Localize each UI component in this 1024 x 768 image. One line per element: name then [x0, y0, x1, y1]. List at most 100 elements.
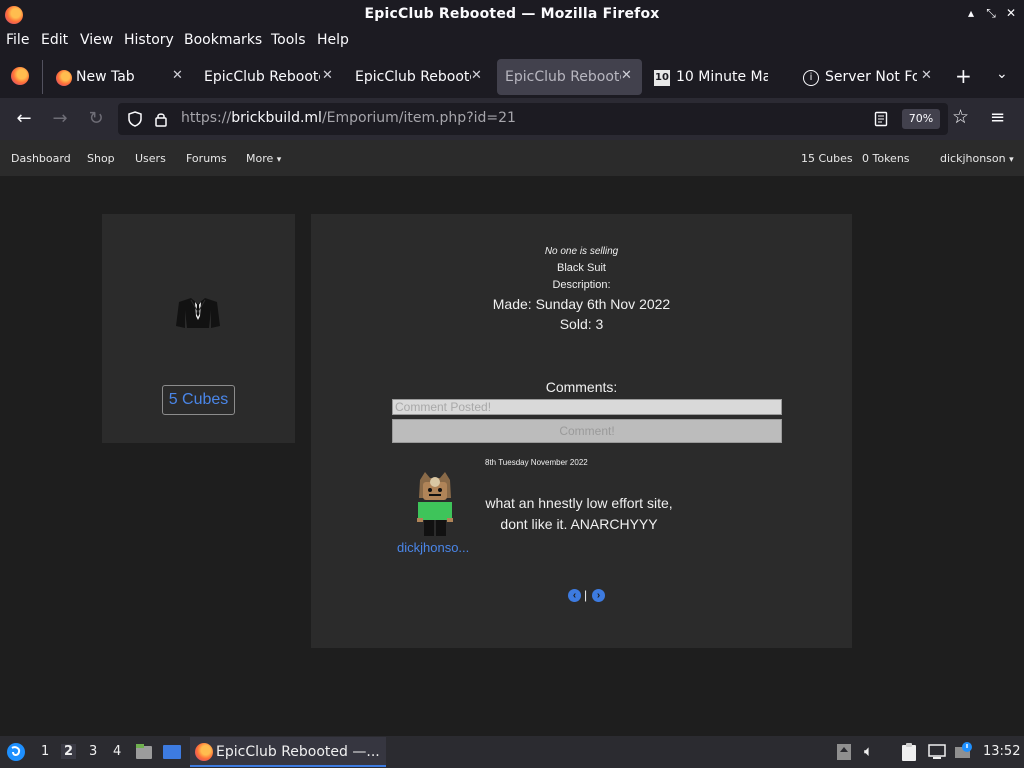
close-tab-icon[interactable]: ✕	[621, 68, 632, 83]
workspace-1[interactable]: 1	[41, 744, 49, 759]
close-window-button[interactable]: ✕	[1002, 6, 1020, 20]
menu-bar: File Edit View History Bookmarks Tools H…	[0, 30, 1024, 52]
workspace-3[interactable]: 3	[89, 744, 97, 759]
title-bar: EpicClub Rebooted — Mozilla Firefox ▴ ⤡ …	[0, 0, 1024, 30]
show-desktop-icon[interactable]	[162, 742, 182, 762]
nav-more[interactable]: More ▾	[246, 152, 281, 165]
tab-epicclub-3[interactable]: EpicClub Rebooted ✕	[497, 59, 642, 95]
back-arrow-icon[interactable]: ←	[12, 108, 36, 129]
tab-divider	[42, 60, 43, 94]
maximize-button[interactable]: ⤡	[982, 6, 1000, 21]
tab-label: EpicClub Rebooted	[204, 69, 320, 85]
user-menu-label: dickjhonson	[940, 152, 1006, 165]
workspace-4[interactable]: 4	[113, 744, 121, 759]
menu-help[interactable]: Help	[317, 32, 349, 48]
url-bar[interactable]: https://brickbuild.ml/Emporium/item.php?…	[118, 103, 969, 135]
nav-shop[interactable]: Shop	[87, 152, 115, 165]
user-menu[interactable]: dickjhonson ▾	[940, 152, 1014, 165]
tab-epicclub-1[interactable]: EpicClub Rebooted ✕	[196, 59, 341, 95]
close-tab-icon[interactable]: ✕	[172, 68, 183, 83]
item-preview-card: 5 Cubes	[102, 214, 295, 443]
tab-label: 10 Minute Mail	[676, 69, 768, 85]
network-icon[interactable]	[928, 744, 946, 760]
nav-users[interactable]: Users	[135, 152, 166, 165]
comment-text-line: what an hnestly low effort site,	[485, 495, 673, 511]
tab-10-minute-mail[interactable]: 10 10 Minute Mail	[648, 59, 793, 95]
seller-status: No one is selling	[544, 246, 619, 257]
taskbar-window-label: EpicClub Rebooted —...	[216, 744, 380, 760]
item-details-card: No one is selling Black Suit Description…	[311, 214, 852, 648]
menu-bookmarks[interactable]: Bookmarks	[184, 32, 262, 48]
shield-icon[interactable]	[127, 111, 143, 127]
prev-page-chevron-icon[interactable]: ‹	[568, 589, 581, 602]
buy-price-button[interactable]: 5 Cubes	[162, 385, 235, 415]
tab-label: EpicClub Rebooted	[505, 69, 621, 85]
close-tab-icon[interactable]: ✕	[471, 68, 482, 83]
black-suit-image	[176, 298, 220, 328]
post-comment-button[interactable]: Comment!	[392, 419, 782, 443]
chevron-down-icon: ▾	[1009, 155, 1014, 165]
lock-icon[interactable]	[154, 111, 168, 127]
comment-text-line: dont like it. ANARCHYYY	[500, 516, 658, 532]
zoom-level-badge[interactable]: 70%	[902, 109, 940, 129]
nav-more-label: More	[246, 152, 274, 165]
workspace-2[interactable]: 2	[61, 744, 77, 759]
page-content: 5 Cubes No one is selling Black Suit Des…	[0, 176, 1024, 736]
url-text[interactable]: https://brickbuild.ml/Emporium/item.php?…	[181, 110, 516, 126]
tab-server-not-found[interactable]: i Server Not Found ✕	[797, 59, 942, 95]
menu-view[interactable]: View	[80, 32, 113, 48]
volume-icon[interactable]: 🔈︎	[864, 742, 873, 760]
tab-epicclub-2[interactable]: EpicClub Rebooted ✕	[347, 59, 492, 95]
close-tab-icon[interactable]: ✕	[322, 68, 333, 83]
url-prefix: https://	[181, 110, 232, 126]
close-tab-icon[interactable]: ✕	[921, 68, 932, 83]
nav-dashboard[interactable]: Dashboard	[11, 152, 71, 165]
item-name: Black Suit	[557, 262, 606, 274]
firefox-view-icon[interactable]	[11, 67, 29, 85]
tab-bar: New Tab ✕ EpicClub Rebooted ✕ EpicClub R…	[0, 56, 1024, 98]
menu-file[interactable]: File	[6, 32, 29, 48]
chevron-down-icon: ▾	[276, 155, 282, 165]
comment-textarea[interactable]: Comment Posted!	[392, 399, 782, 415]
reader-view-icon[interactable]	[874, 111, 888, 127]
made-date: Made: Sunday 6th Nov 2022	[492, 296, 671, 312]
app-launcher-icon[interactable]	[6, 742, 26, 762]
menu-history[interactable]: History	[124, 32, 174, 48]
url-domain: brickbuild.ml	[231, 110, 322, 126]
reload-icon[interactable]: ↻	[84, 108, 108, 129]
new-tab-plus-icon[interactable]: +	[955, 64, 972, 88]
comment-date: 8th Tuesday November 2022	[485, 458, 588, 467]
os-taskbar: 1 2 3 4 EpicClub Rebooted —... 🔈︎ 13:52	[0, 736, 1024, 768]
taskbar-firefox-window[interactable]: EpicClub Rebooted —...	[190, 737, 386, 767]
list-all-tabs-chevron-icon[interactable]: ⌄	[996, 66, 1008, 82]
next-page-chevron-icon[interactable]: ›	[592, 589, 605, 602]
tab-label: Server Not Found	[825, 69, 917, 85]
commenter-avatar[interactable]	[415, 472, 455, 538]
pager-separator: |	[584, 588, 588, 602]
bookmark-star-icon[interactable]: ☆	[952, 106, 969, 128]
menu-tools[interactable]: Tools	[271, 32, 306, 48]
comments-heading: Comments:	[545, 379, 618, 395]
comments-pager: ‹ | ›	[568, 588, 608, 603]
hamburger-menu-icon[interactable]: ≡	[990, 107, 1005, 128]
sold-count: Sold: 3	[559, 316, 604, 332]
update-notification-icon[interactable]	[954, 741, 974, 761]
clock: 13:52	[983, 744, 1021, 759]
commenter-username-link[interactable]: dickjhonso...	[397, 540, 469, 555]
cubes-balance: 15 Cubes	[801, 152, 853, 165]
minimize-button[interactable]: ▴	[962, 6, 980, 20]
clipboard-icon[interactable]	[900, 742, 918, 762]
firefox-icon	[56, 70, 72, 86]
menu-edit[interactable]: Edit	[41, 32, 68, 48]
tab-new-tab[interactable]: New Tab ✕	[48, 59, 188, 95]
tab-label: New Tab	[76, 69, 135, 85]
forward-arrow-icon[interactable]: →	[48, 108, 72, 129]
tokens-balance: 0 Tokens	[862, 152, 910, 165]
comment-text: what an hnestly low effort site, dont li…	[475, 493, 683, 535]
upload-tray-icon[interactable]	[836, 743, 852, 761]
navigation-bar: ← → ↻ https://brickbuild.ml/Emporium/ite…	[0, 98, 1024, 140]
url-path: /Emporium/item.php?id=21	[321, 110, 516, 126]
file-manager-icon[interactable]	[134, 742, 154, 762]
nav-forums[interactable]: Forums	[186, 152, 227, 165]
window-title: EpicClub Rebooted — Mozilla Firefox	[364, 6, 660, 22]
